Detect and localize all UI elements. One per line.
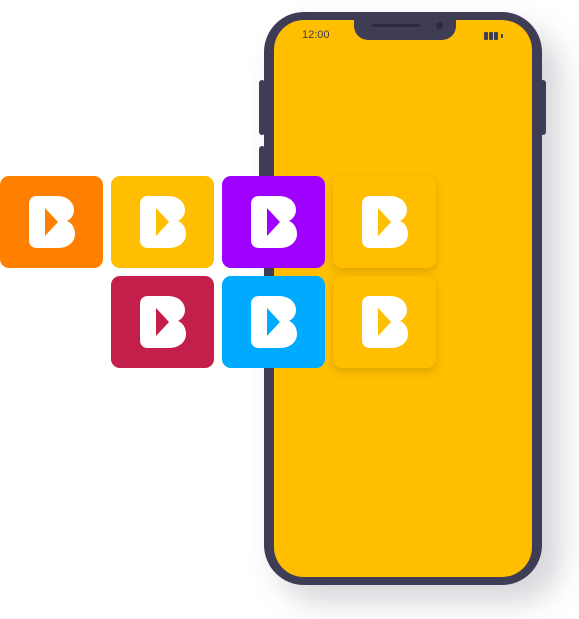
b-logo-icon xyxy=(139,196,186,248)
illustration: 12:00 xyxy=(0,0,579,619)
battery-icon xyxy=(484,32,503,40)
front-camera xyxy=(436,22,443,29)
b-logo-icon xyxy=(361,196,408,248)
status-time: 12:00 xyxy=(302,29,330,41)
b-logo-icon xyxy=(250,196,297,248)
app-tile-yellow-on-screen[interactable] xyxy=(333,176,436,268)
phone-notch xyxy=(354,20,456,40)
b-logo-icon xyxy=(250,296,297,348)
app-tile-yellow[interactable] xyxy=(111,176,214,268)
b-logo-icon xyxy=(139,296,186,348)
app-tile-orange[interactable] xyxy=(0,176,103,268)
b-logo-icon xyxy=(361,296,408,348)
app-tile-purple[interactable] xyxy=(222,176,325,268)
speaker-grille xyxy=(372,24,420,27)
b-logo-icon xyxy=(28,196,75,248)
app-tile-blue[interactable] xyxy=(222,276,325,368)
app-tile-crimson[interactable] xyxy=(111,276,214,368)
app-tile-yellow-on-screen[interactable] xyxy=(333,276,436,368)
